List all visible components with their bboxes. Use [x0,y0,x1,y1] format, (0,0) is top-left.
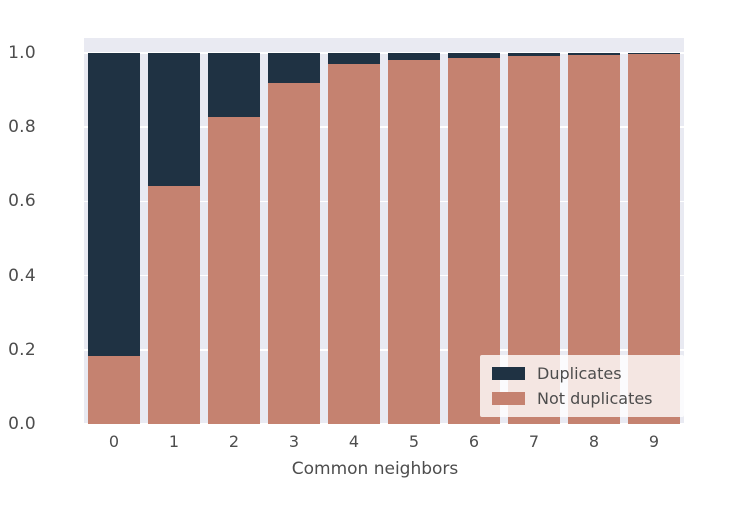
bar-0 [88,53,140,424]
legend-item-not-duplicates: Not duplicates [492,388,674,409]
y-tick-label: 0.4 [8,265,36,286]
chart-figure: 0.0 0.2 0.4 0.6 0.8 1.0 0 1 2 3 4 5 6 7 8 9 Common nei… [0,0,750,514]
legend: Duplicates Not duplicates [480,355,684,417]
x-tick-label: 0 [108,432,120,451]
y-tick-label: 0.6 [8,191,36,212]
x-tick-label: 2 [228,432,240,451]
x-tick-label: 6 [468,432,480,451]
legend-label-duplicates: Duplicates [537,364,622,383]
bar-5 [388,53,440,424]
legend-item-duplicates: Duplicates [492,363,674,384]
legend-swatch-duplicates [492,367,525,380]
bar-segment-duplicates [388,53,440,61]
bar-segment-duplicates [148,53,200,187]
bar-segment-not-duplicates [268,83,320,424]
bar-segment-duplicates [208,53,260,118]
bar-3 [268,53,320,424]
x-tick-label: 9 [648,432,660,451]
y-tick-label: 0.2 [8,339,36,360]
x-tick-label: 1 [168,432,180,451]
legend-label-not-duplicates: Not duplicates [537,389,653,408]
bar-segment-not-duplicates [148,186,200,424]
bar-1 [148,53,200,424]
bar-segment-not-duplicates [328,64,380,424]
bar-segment-not-duplicates [388,60,440,424]
x-tick-label: 8 [588,432,600,451]
bar-segment-not-duplicates [208,117,260,424]
x-tick-label: 3 [288,432,300,451]
bar-segment-not-duplicates [88,356,140,424]
x-tick-label: 7 [528,432,540,451]
y-tick-label: 0.0 [8,414,36,434]
legend-swatch-not-duplicates [492,392,525,405]
y-tick-label: 1.0 [8,43,36,63]
bar-segment-duplicates [328,53,380,65]
y-tick-label: 0.8 [8,117,36,138]
x-tick-label: 5 [408,432,420,451]
x-axis-label: Common neighbors [291,459,459,479]
x-tick-label: 4 [348,432,360,451]
bar-4 [328,53,380,424]
bar-segment-duplicates [88,53,140,357]
bar-segment-duplicates [268,53,320,84]
bar-2 [208,53,260,424]
